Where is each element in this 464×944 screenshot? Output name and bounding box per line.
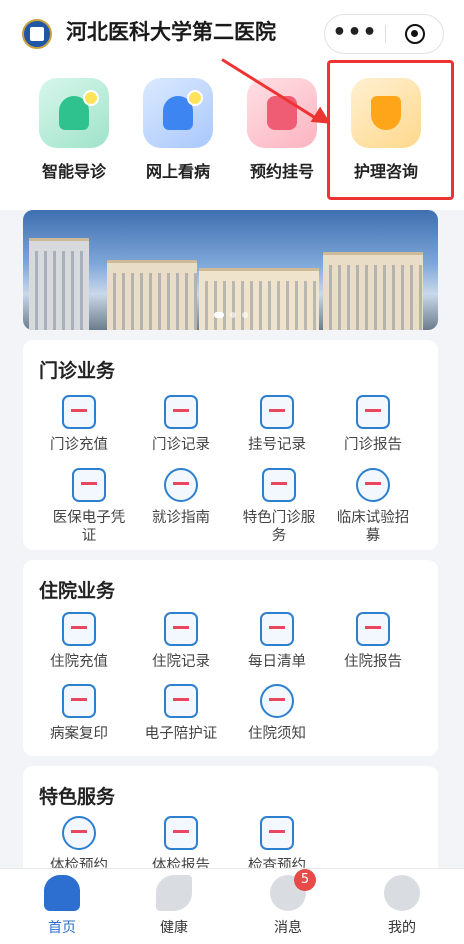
service-inpatient-record[interactable]: 住院记录 — [133, 612, 229, 671]
register-record-icon — [260, 395, 294, 429]
report-icon — [164, 816, 198, 850]
quick-entry-smart-guide[interactable]: 智能导诊 — [28, 78, 120, 182]
smart-guide-icon — [39, 78, 109, 148]
quick-entry-label: 预约挂号 — [249, 162, 314, 181]
banner-dot[interactable] — [241, 312, 248, 318]
tab-messages[interactable]: 5 消息 — [230, 869, 346, 937]
special-section: 特色服务 体检预约 体检报告 检查预约 — [23, 766, 438, 876]
service-label: 门诊记录 — [152, 437, 210, 453]
service-escort-certificate[interactable]: 电子陪护证 — [133, 684, 229, 743]
tab-home[interactable]: 首页 — [4, 875, 120, 937]
service-outpatient-record[interactable]: 门诊记录 — [133, 395, 229, 454]
report-icon — [356, 612, 390, 646]
section-title: 住院业务 — [39, 580, 116, 602]
tab-profile[interactable]: 我的 — [344, 875, 460, 937]
service-clinical-trial[interactable]: 临床试验招募 — [325, 468, 421, 545]
tab-label: 健康 — [160, 920, 188, 936]
banner-building — [323, 252, 423, 330]
outpatient-section: 门诊业务 门诊充值 门诊记录 挂号记录 门诊报告 医保电子凭证 就诊指南 特色门… — [23, 340, 438, 550]
checklist-icon — [260, 612, 294, 646]
service-label: 挂号记录 — [248, 437, 306, 453]
tab-label: 我的 — [388, 920, 416, 936]
chs-icon — [72, 468, 106, 502]
service-checkup-report[interactable]: 体检报告 — [133, 816, 229, 875]
compass-icon — [164, 468, 198, 502]
tab-label: 首页 — [48, 920, 76, 936]
stethoscope-icon — [62, 816, 96, 850]
unread-badge: 5 — [294, 869, 316, 891]
printer-icon — [62, 684, 96, 718]
quick-entry-label: 网上看病 — [145, 162, 210, 181]
tab-health[interactable]: 健康 — [116, 875, 232, 937]
service-daily-list[interactable]: 每日清单 — [229, 612, 325, 671]
service-medical-insurance-code[interactable]: 医保电子凭证 — [41, 468, 137, 545]
bottom-tab-bar: 首页 健康 5 消息 我的 — [0, 868, 464, 944]
service-label: 门诊报告 — [344, 437, 402, 453]
annotation-highlight-box — [327, 60, 454, 200]
heart-card-icon — [164, 684, 198, 718]
quick-entry-online-consult[interactable]: 网上看病 — [132, 78, 224, 182]
service-label: 住院须知 — [248, 726, 306, 742]
service-inpatient-notice[interactable]: 住院须知 — [229, 684, 325, 743]
special-clinic-icon — [262, 468, 296, 502]
quick-entry-label: 智能导诊 — [41, 162, 106, 181]
service-label: 住院记录 — [152, 654, 210, 670]
message-icon: 5 — [270, 869, 316, 911]
capsule-divider — [385, 25, 386, 43]
service-visit-guide[interactable]: 就诊指南 — [133, 468, 229, 527]
banner-dot[interactable] — [229, 312, 236, 318]
record-icon — [164, 612, 198, 646]
service-label: 就诊指南 — [152, 510, 210, 526]
service-label: 电子陪护证 — [144, 726, 218, 742]
service-inpatient-recharge[interactable]: 住院充值 — [31, 612, 127, 671]
service-outpatient-recharge[interactable]: 门诊充值 — [31, 395, 127, 454]
inpatient-section: 住院业务 住院充值 住院记录 每日清单 住院报告 病案复印 电子陪护证 住院须知 — [23, 560, 438, 756]
service-label: 门诊充值 — [50, 437, 108, 453]
service-label: 特色门诊服务 — [242, 510, 316, 544]
hospital-banner[interactable] — [23, 210, 438, 330]
online-consult-icon — [143, 78, 213, 148]
recharge-icon — [62, 612, 96, 646]
service-label: 病案复印 — [50, 726, 108, 742]
service-label: 住院报告 — [344, 654, 402, 670]
section-title: 特色服务 — [39, 786, 116, 808]
record-icon — [164, 395, 198, 429]
home-icon — [44, 875, 80, 911]
service-checkup-appointment[interactable]: 体检预约 — [31, 816, 127, 875]
profile-icon — [384, 875, 420, 911]
banner-dot-active[interactable] — [213, 312, 224, 318]
service-label: 每日清单 — [248, 654, 306, 670]
tab-label: 消息 — [274, 920, 302, 936]
more-icon[interactable]: ••• — [325, 15, 385, 53]
report-icon — [356, 395, 390, 429]
info-icon — [260, 684, 294, 718]
service-label: 临床试验招募 — [336, 510, 410, 544]
service-label: 住院充值 — [50, 654, 108, 670]
service-exam-appointment[interactable]: 检查预约 — [229, 816, 325, 875]
section-title: 门诊业务 — [39, 360, 116, 382]
service-medical-record-copy[interactable]: 病案复印 — [31, 684, 127, 743]
hospital-logo — [22, 19, 52, 49]
service-register-record[interactable]: 挂号记录 — [229, 395, 325, 454]
service-inpatient-report[interactable]: 住院报告 — [325, 612, 421, 671]
close-mini-program-icon[interactable] — [405, 24, 425, 44]
banner-building — [107, 260, 197, 330]
clock-doc-icon — [260, 816, 294, 850]
recharge-icon — [62, 395, 96, 429]
service-label: 医保电子凭证 — [52, 510, 126, 544]
banner-pagination — [211, 303, 251, 322]
service-special-clinic[interactable]: 特色门诊服务 — [231, 468, 327, 545]
banner-building — [29, 238, 89, 330]
quick-entry-appointment[interactable]: 预约挂号 — [236, 78, 328, 182]
mini-program-capsule: ••• — [324, 14, 444, 54]
service-outpatient-report[interactable]: 门诊报告 — [325, 395, 421, 454]
add-person-icon — [356, 468, 390, 502]
leaf-icon — [156, 875, 192, 911]
page-title: 河北医科大学第二医院 — [66, 20, 276, 44]
